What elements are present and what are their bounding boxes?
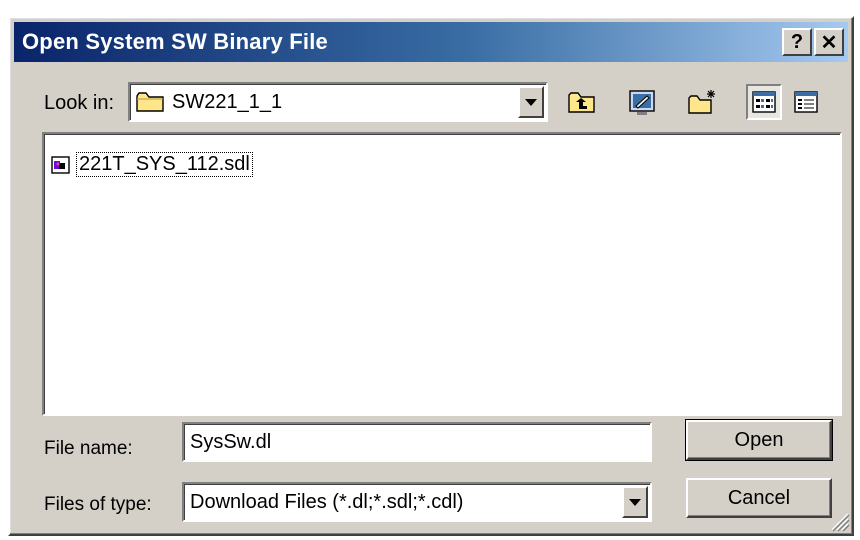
desktop-button[interactable]	[624, 84, 660, 120]
chevron-down-icon	[525, 98, 537, 106]
desktop-icon	[629, 90, 655, 115]
file-type-dropdown-button[interactable]	[622, 486, 648, 518]
file-type-combobox[interactable]: Download Files (*.dl;*.sdl;*.cdl)	[182, 482, 652, 522]
file-type-label: Files of type:	[44, 494, 152, 515]
cancel-button[interactable]: Cancel	[686, 478, 832, 518]
folder-icon	[136, 91, 166, 113]
help-button[interactable]: ?	[782, 28, 812, 56]
title-bar[interactable]: Open System SW Binary File ? ✕	[14, 22, 848, 62]
create-new-folder-button[interactable]	[684, 84, 720, 120]
open-file-dialog: Open System SW Binary File ? ✕ Look in: …	[8, 16, 854, 536]
list-view-button[interactable]	[746, 84, 782, 120]
file-name-label: 221T_SYS_112.sdl	[76, 152, 253, 177]
list-item[interactable]: 221T_SYS_112.sdl	[50, 152, 253, 177]
file-name-label: File name:	[44, 438, 133, 459]
sdl-file-icon	[51, 155, 70, 174]
look-in-dropdown-button[interactable]	[518, 86, 544, 118]
up-folder-icon	[568, 92, 595, 113]
look-in-label: Look in:	[44, 92, 115, 114]
close-icon: ✕	[820, 31, 838, 54]
open-button-label: Open	[734, 428, 784, 451]
chevron-down-icon	[629, 498, 641, 506]
new-folder-icon	[688, 90, 715, 114]
file-name-input[interactable]: SysSw.dl	[182, 422, 652, 462]
up-one-level-button[interactable]	[564, 84, 600, 120]
list-view-icon	[752, 91, 776, 113]
resize-grip-icon[interactable]	[828, 510, 850, 532]
look-in-value: SW221_1_1	[172, 90, 283, 113]
cancel-button-label: Cancel	[727, 486, 791, 509]
help-icon: ?	[790, 30, 804, 53]
dialog-title: Open System SW Binary File	[22, 29, 328, 54]
file-list[interactable]: 221T_SYS_112.sdl	[42, 132, 842, 416]
details-view-button[interactable]	[788, 84, 824, 120]
open-button[interactable]: Open	[685, 419, 833, 461]
details-view-icon	[794, 91, 818, 113]
look-in-combobox[interactable]: SW221_1_1	[128, 82, 548, 122]
close-button[interactable]: ✕	[814, 28, 844, 56]
file-type-value: Download Files (*.dl;*.sdl;*.cdl)	[190, 490, 464, 513]
